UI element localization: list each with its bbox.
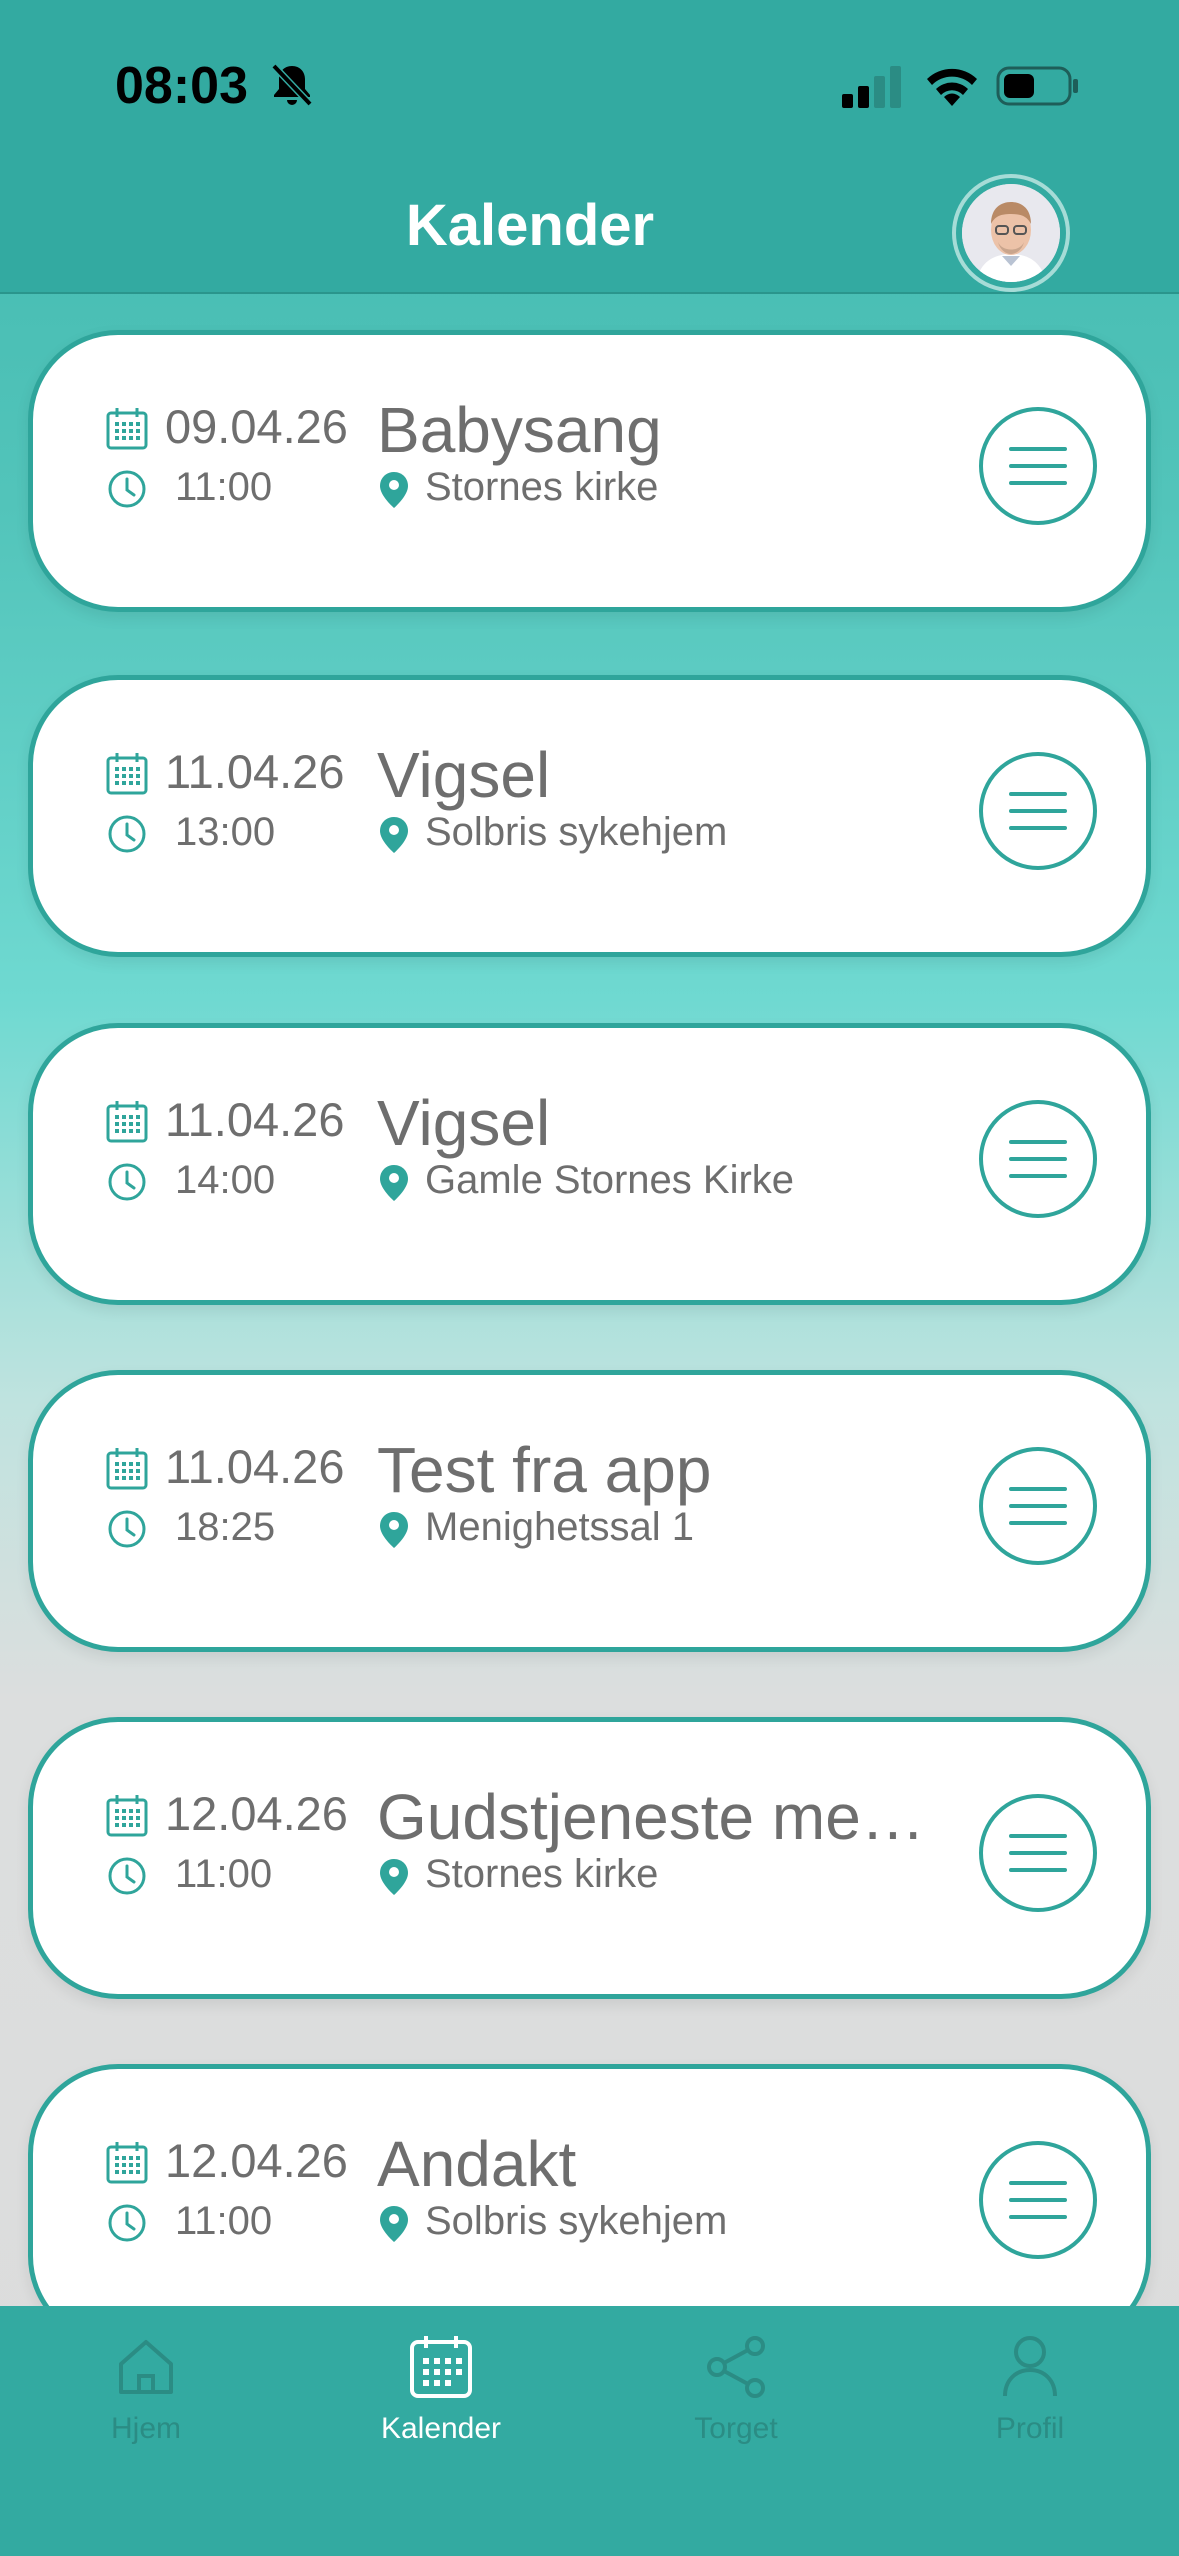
avatar-photo bbox=[962, 184, 1060, 282]
event-date: 09.04.26 bbox=[165, 400, 348, 453]
event-menu-button[interactable] bbox=[979, 2141, 1097, 2259]
tab-torget[interactable]: Torget bbox=[626, 2332, 846, 2446]
event-menu-button[interactable] bbox=[979, 1447, 1097, 1565]
event-location: Menighetssal 1 bbox=[425, 1505, 695, 1549]
event-title: Vigsel bbox=[377, 739, 551, 811]
cellular-signal-icon bbox=[842, 66, 901, 108]
event-date: 12.04.26 bbox=[165, 2134, 348, 2187]
location-pin-icon bbox=[380, 1165, 408, 1201]
location-pin-icon bbox=[380, 1512, 408, 1548]
event-menu-button[interactable] bbox=[979, 1794, 1097, 1912]
menu-line bbox=[1009, 1487, 1067, 1491]
tab-label: Hjem bbox=[110, 2412, 181, 2445]
event-title: Babysang bbox=[377, 394, 662, 466]
menu-line bbox=[1009, 792, 1067, 796]
menu-line bbox=[1009, 1140, 1067, 1144]
bottom-tab-bar: Hjem Kalender Torget Profil bbox=[0, 2306, 1179, 2556]
calendar-icon bbox=[106, 1795, 148, 1837]
home-icon bbox=[119, 2340, 173, 2394]
menu-line bbox=[1009, 1868, 1067, 1872]
location-pin-icon bbox=[380, 472, 408, 508]
clock-icon bbox=[108, 1510, 146, 1548]
event-location: Gamle Stornes Kirke bbox=[425, 1158, 795, 1202]
tab-label: Kalender bbox=[380, 2412, 502, 2445]
clock-icon bbox=[108, 470, 146, 508]
menu-line bbox=[1009, 1851, 1067, 1855]
menu-line bbox=[1009, 2215, 1067, 2219]
menu-line bbox=[1009, 1157, 1067, 1161]
event-title: Vigsel bbox=[377, 1087, 551, 1159]
page-title: Kalender bbox=[405, 193, 655, 258]
event-card[interactable]: 11.04.26 14:00 Vigsel Gamle Stornes Kirk… bbox=[28, 1023, 1151, 1305]
clock-icon bbox=[108, 1163, 146, 1201]
menu-line bbox=[1009, 2198, 1067, 2202]
location-pin-icon bbox=[380, 1859, 408, 1895]
event-time: 18:25 bbox=[175, 1505, 276, 1549]
event-card[interactable]: 11.04.26 13:00 Vigsel Solbris sykehjem bbox=[28, 675, 1151, 957]
event-title: Gudstjeneste me… bbox=[377, 1781, 925, 1853]
event-card[interactable]: 12.04.26 11:00 Gudstjeneste me… Stornes … bbox=[28, 1717, 1151, 1999]
menu-line bbox=[1009, 1834, 1067, 1838]
menu-line bbox=[1009, 809, 1067, 813]
menu-line bbox=[1009, 481, 1067, 485]
location-pin-icon bbox=[380, 2206, 408, 2242]
menu-line bbox=[1009, 464, 1067, 468]
clock-icon bbox=[108, 1857, 146, 1895]
location-pin-icon bbox=[380, 817, 408, 853]
battery-icon bbox=[996, 66, 1078, 106]
menu-line bbox=[1009, 1521, 1067, 1525]
event-time: 11:00 bbox=[175, 1852, 273, 1896]
event-card[interactable]: 11.04.26 18:25 Test fra app Menighetssal… bbox=[28, 1370, 1151, 1652]
calendar-icon bbox=[106, 753, 148, 795]
status-time: 08:03 bbox=[115, 57, 248, 115]
event-date: 11.04.26 bbox=[165, 1440, 345, 1493]
menu-line bbox=[1009, 826, 1067, 830]
top-header: 08:03 Kalender bbox=[0, 0, 1179, 294]
calendar-icon bbox=[106, 1101, 148, 1143]
event-menu-button[interactable] bbox=[979, 752, 1097, 870]
event-location: Solbris sykehjem bbox=[425, 810, 728, 854]
tab-kalender[interactable]: Kalender bbox=[331, 2332, 551, 2446]
event-date: 12.04.26 bbox=[165, 1787, 348, 1840]
event-location: Stornes kirke bbox=[425, 465, 659, 509]
wifi-icon bbox=[927, 68, 977, 106]
tab-label: Torget bbox=[694, 2412, 778, 2445]
calendar-icon bbox=[106, 1448, 148, 1490]
event-date: 11.04.26 bbox=[165, 745, 345, 798]
calendar-icon bbox=[106, 2142, 148, 2184]
share-icon bbox=[707, 2336, 765, 2398]
event-menu-button[interactable] bbox=[979, 1100, 1097, 1218]
event-time: 14:00 bbox=[175, 1158, 276, 1202]
calendar-icon bbox=[106, 408, 148, 450]
menu-line bbox=[1009, 447, 1067, 451]
menu-line bbox=[1009, 1504, 1067, 1508]
bell-muted-icon bbox=[271, 63, 313, 107]
calendar-icon bbox=[410, 2336, 472, 2398]
clock-icon bbox=[108, 815, 146, 853]
event-time: 11:00 bbox=[175, 2199, 273, 2243]
event-menu-button[interactable] bbox=[979, 407, 1097, 525]
event-title: Test fra app bbox=[377, 1434, 712, 1506]
tab-hjem[interactable]: Hjem bbox=[36, 2332, 256, 2446]
event-location: Solbris sykehjem bbox=[425, 2199, 728, 2243]
user-icon bbox=[1003, 2336, 1057, 2397]
event-card[interactable]: 12.04.26 11:00 Andakt Solbris sykehjem bbox=[28, 2064, 1151, 2346]
event-date: 11.04.26 bbox=[165, 1093, 345, 1146]
event-time: 13:00 bbox=[175, 810, 276, 854]
event-title: Andakt bbox=[377, 2128, 577, 2200]
menu-line bbox=[1009, 1174, 1067, 1178]
clock-icon bbox=[108, 2204, 146, 2242]
tab-label: Profil bbox=[995, 2412, 1065, 2445]
event-card[interactable]: 09.04.26 11:00 Babysang Stornes kirke bbox=[28, 330, 1151, 612]
event-time: 11:00 bbox=[175, 465, 273, 509]
event-location: Stornes kirke bbox=[425, 1852, 659, 1896]
profile-avatar[interactable] bbox=[952, 174, 1070, 292]
menu-line bbox=[1009, 2181, 1067, 2185]
tab-profil[interactable]: Profil bbox=[920, 2332, 1140, 2446]
